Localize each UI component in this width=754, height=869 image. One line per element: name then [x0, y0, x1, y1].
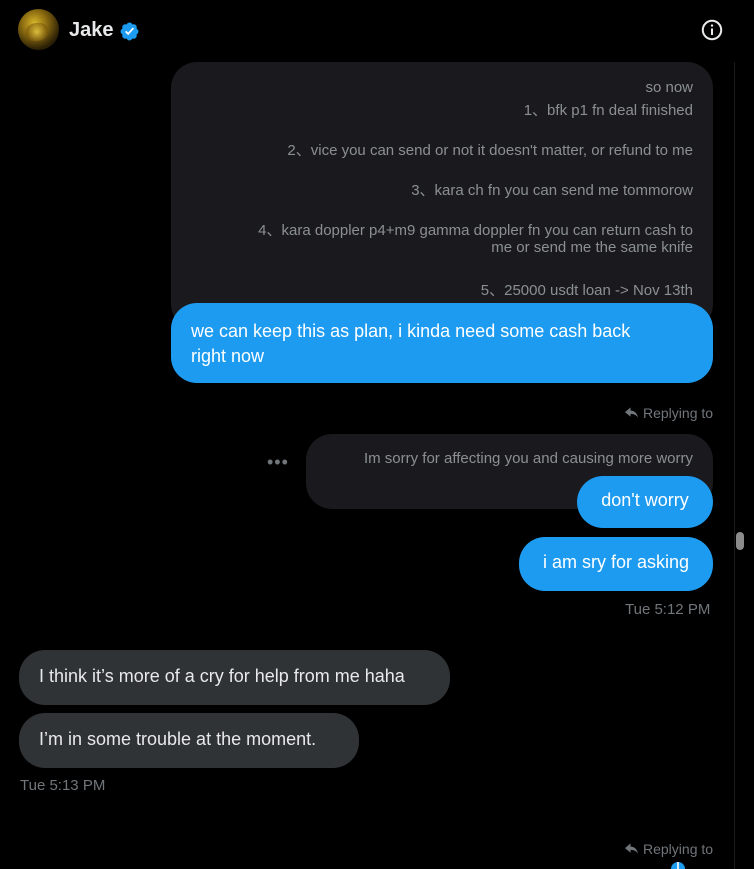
reply-arrow-icon [625, 843, 638, 854]
quoted-line: 3、kara ch fn you can send me tommorow [411, 182, 693, 199]
message-text: right now [191, 346, 265, 366]
info-icon[interactable] [700, 18, 724, 42]
scrollbar-thumb[interactable] [736, 532, 744, 550]
quoted-line: me or send me the same knife [491, 239, 693, 256]
quoted-line: 1、bfk p1 fn deal finished [523, 102, 693, 119]
contact-name[interactable]: Jake [69, 19, 114, 42]
received-message-bubble[interactable]: I’m in some trouble at the moment. [19, 713, 359, 768]
new-message-indicator-icon[interactable] [671, 858, 685, 869]
sent-message-bubble[interactable]: we can keep this as plan, i kinda need s… [171, 303, 713, 383]
avatar[interactable] [18, 9, 59, 50]
verified-badge-icon [120, 22, 139, 41]
received-message-bubble[interactable]: I think it’s more of a cry for help from… [19, 650, 450, 705]
replying-to-text: Replying to [643, 405, 714, 421]
more-options-icon[interactable]: ••• [267, 452, 289, 473]
sent-message-bubble[interactable]: don't worry [577, 476, 713, 528]
scrollbar-track[interactable] [734, 62, 748, 869]
message-timestamp: Tue 5:13 PM [20, 777, 106, 794]
replying-to-text: Replying to [643, 841, 714, 857]
quoted-line: 2、vice you can send or not it doesn't ma… [287, 142, 693, 159]
replying-to-label[interactable]: Replying to [625, 405, 713, 421]
conversation-header: Jake [0, 0, 734, 62]
reply-arrow-icon [625, 407, 638, 418]
sent-message-bubble[interactable]: i am sry for asking [519, 537, 713, 591]
replying-to-label[interactable]: Replying to [625, 841, 713, 857]
quoted-line: so now [645, 79, 693, 96]
quoted-line: Im sorry for affecting you and causing m… [363, 450, 693, 467]
message-text: we can keep this as plan, i kinda need s… [191, 321, 631, 341]
message-timestamp: Tue 5:12 PM [625, 601, 711, 618]
quoted-line: 5、25000 usdt loan -> Nov 13th [480, 282, 693, 299]
quoted-line: 4、kara doppler p4+m9 gamma doppler fn yo… [258, 222, 693, 239]
quoted-message[interactable]: so now 1、bfk p1 fn deal finished 2、vice … [171, 62, 713, 330]
